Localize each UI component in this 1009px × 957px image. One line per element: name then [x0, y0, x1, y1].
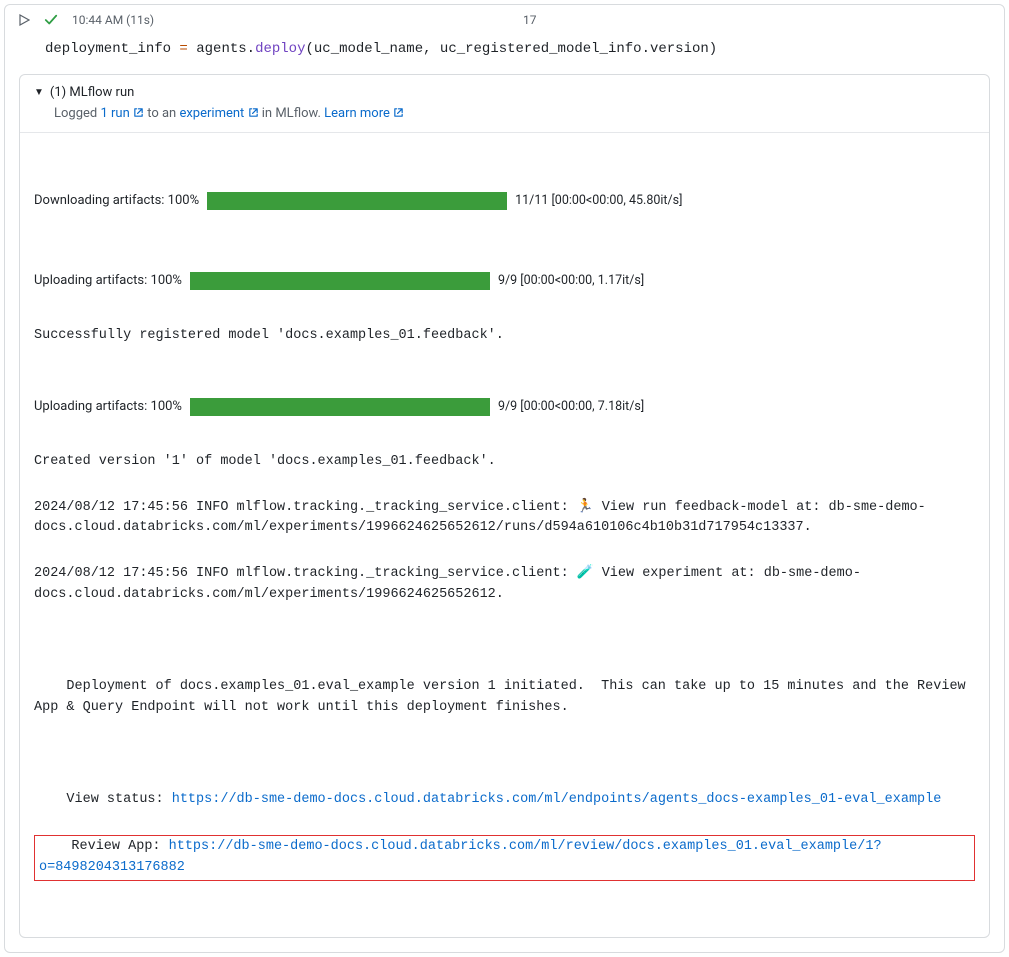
- mlflow-experiment-link[interactable]: experiment: [179, 106, 244, 121]
- external-link-icon: [133, 107, 144, 122]
- execution-time: 10:44 AM (11s): [72, 13, 154, 27]
- progress-stats: 11/11 [00:00<00:00, 45.80it/s]: [515, 191, 682, 210]
- progress-bar: [190, 398, 490, 416]
- success-check-icon: [44, 13, 58, 27]
- progress-row: Uploading artifacts: 100% 9/9 [00:00<00:…: [34, 271, 975, 291]
- output-body: Downloading artifacts: 100% 11/11 [00:00…: [20, 133, 989, 937]
- log-line: 2024/08/12 17:45:56 INFO mlflow.tracking…: [34, 564, 975, 606]
- log-line: Successfully registered model 'docs.exam…: [34, 326, 975, 347]
- external-link-icon: [248, 107, 259, 122]
- review-app-highlight: Review App: https://db-sme-demo-docs.clo…: [34, 835, 975, 881]
- progress-row: Uploading artifacts: 100% 9/9 [00:00<00:…: [34, 397, 975, 417]
- mlflow-run-link[interactable]: 1 run: [100, 106, 129, 121]
- notebook-cell: 10:44 AM (11s) 17 deployment_info = agen…: [4, 4, 1005, 953]
- external-link-icon: [393, 107, 404, 122]
- log-line: Deployment of docs.examples_01.eval_exam…: [34, 677, 975, 719]
- code-editor[interactable]: deployment_info = agents.deploy(uc_model…: [5, 35, 1004, 74]
- mlflow-run-panel: ▼ (1) MLflow run Logged 1 run to an expe…: [20, 75, 989, 133]
- cell-header: 10:44 AM (11s) 17: [5, 5, 1004, 35]
- mlflow-summary: Logged 1 run to an experiment in MLflow.…: [34, 100, 975, 122]
- progress-label: Uploading artifacts: 100%: [34, 271, 182, 291]
- caret-down-icon: ▼: [34, 87, 44, 98]
- progress-bar: [207, 192, 507, 210]
- log-line: [34, 744, 975, 765]
- progress-row: Downloading artifacts: 100% 11/11 [00:00…: [34, 191, 975, 211]
- log-line: 2024/08/12 17:45:56 INFO mlflow.tracking…: [34, 498, 975, 540]
- progress-stats: 9/9 [00:00<00:00, 1.17it/s]: [498, 271, 644, 290]
- log-line: Created version '1' of model 'docs.examp…: [34, 452, 975, 473]
- mlflow-toggle-label: (1) MLflow run: [50, 85, 134, 100]
- run-cell-button[interactable]: [19, 14, 30, 26]
- execution-count: 17: [523, 13, 537, 27]
- view-status-link[interactable]: https://db-sme-demo-docs.cloud.databrick…: [172, 792, 942, 807]
- progress-label: Downloading artifacts: 100%: [34, 191, 199, 211]
- log-line: View status: https://db-sme-demo-docs.cl…: [34, 790, 975, 811]
- progress-stats: 9/9 [00:00<00:00, 7.18it/s]: [498, 397, 644, 416]
- progress-label: Uploading artifacts: 100%: [34, 397, 182, 417]
- mlflow-toggle[interactable]: ▼ (1) MLflow run: [34, 85, 975, 100]
- progress-bar: [190, 272, 490, 290]
- log-line: [34, 631, 975, 652]
- cell-output: ▼ (1) MLflow run Logged 1 run to an expe…: [19, 74, 990, 938]
- learn-more-link[interactable]: Learn more: [324, 106, 390, 121]
